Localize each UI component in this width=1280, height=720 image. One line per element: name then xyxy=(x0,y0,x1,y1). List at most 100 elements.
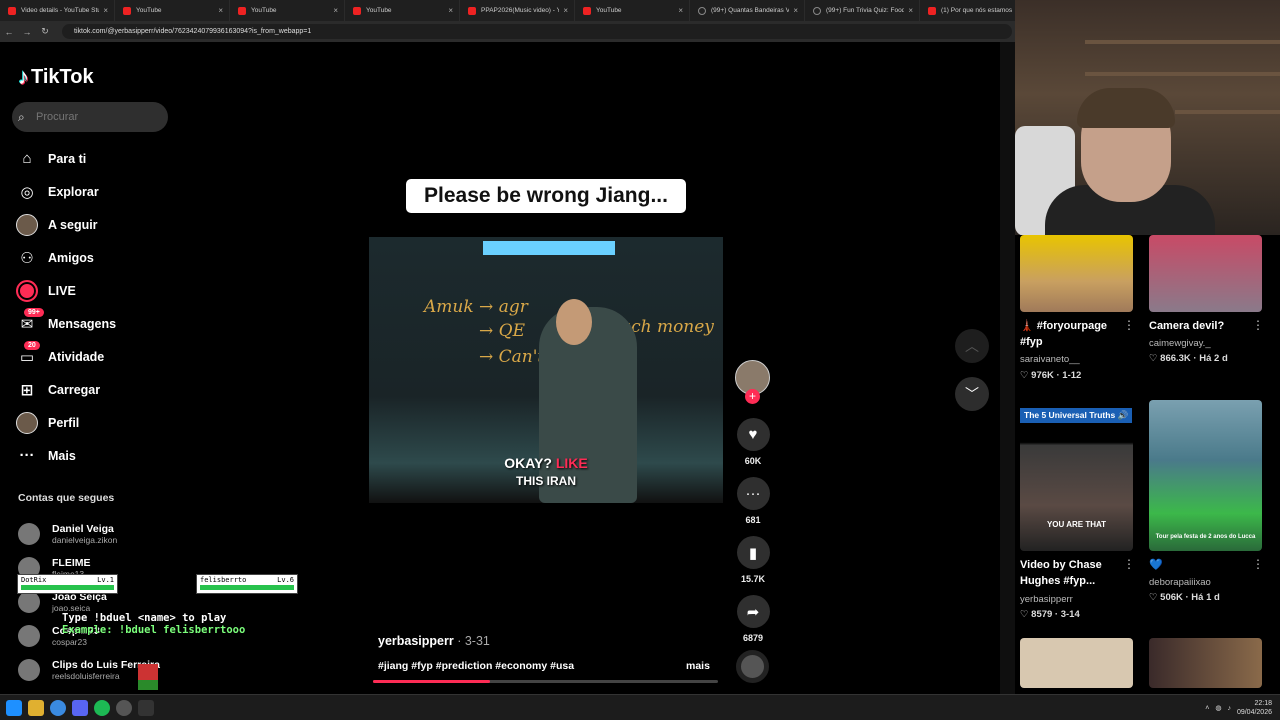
browser-tab[interactable]: PPAP2026(Music video) - YouTube× xyxy=(460,0,575,21)
card-user[interactable]: saraivaneto__ xyxy=(1020,354,1080,365)
sidebar-item-para-ti[interactable]: ⌂ Para ti xyxy=(16,142,116,175)
sidebar-item-live[interactable]: LIVE xyxy=(16,274,116,307)
discord-icon[interactable] xyxy=(72,699,88,716)
card-title[interactable]: 💙 xyxy=(1149,557,1254,573)
youtube-favicon-icon xyxy=(928,6,936,15)
save-action[interactable]: ▮ 15.7K xyxy=(736,536,770,584)
url-field[interactable]: tiktok.com/@yerbasipperr/video/762342407… xyxy=(62,24,1012,39)
browser-tab[interactable]: YouTube × xyxy=(345,0,460,21)
browser-tab[interactable]: Video details - YouTube Studio× xyxy=(0,0,115,21)
card-title[interactable]: Camera devil? xyxy=(1149,318,1254,334)
sidebar-item-a-seguir[interactable]: A seguir xyxy=(16,208,116,241)
epic-games-icon[interactable] xyxy=(138,699,154,716)
card-user[interactable]: caimewgivay._ xyxy=(1149,338,1211,349)
search-box[interactable]: ⌕ xyxy=(12,102,168,132)
browser-tab[interactable]: (99+) Fun Trivia Quiz: Food Ch× xyxy=(805,0,920,21)
close-tab-icon[interactable]: × xyxy=(793,6,798,15)
video-player[interactable]: Amuk → agr → QE much money → Can't ws OK… xyxy=(369,237,723,503)
file-explorer-icon[interactable] xyxy=(28,699,44,716)
board-text: → QE xyxy=(479,321,525,341)
browser-tab[interactable]: (99+) Quantas Bandeiras Você× xyxy=(690,0,805,21)
follow-plus-icon[interactable]: + xyxy=(745,389,760,404)
video-caption: Please be wrong Jiang... xyxy=(406,179,686,213)
browser-tab[interactable]: (1) Por que nós estamos× xyxy=(920,0,1015,21)
card-stats: ♡ 866.3K · Há 2 d xyxy=(1149,353,1228,364)
compass-icon: ◎ xyxy=(20,183,34,201)
video-author[interactable]: yerbasipperr · 3-31 xyxy=(378,634,490,648)
share-action[interactable]: ➦ 6879 xyxy=(736,595,770,643)
close-tab-icon[interactable]: × xyxy=(103,6,108,15)
following-account[interactable]: Daniel Veiga danielveiga.zikon xyxy=(18,517,160,551)
browser-tab[interactable]: YouTube × xyxy=(230,0,345,21)
card-stats: ♡ 506K · Há 1 d xyxy=(1149,592,1220,603)
obs-icon[interactable] xyxy=(116,699,132,716)
back-icon[interactable]: ← xyxy=(0,27,18,37)
close-tab-icon[interactable]: × xyxy=(908,6,913,15)
clock[interactable]: 22:18 09/04/2026 xyxy=(1237,699,1272,717)
close-tab-icon[interactable]: × xyxy=(678,6,683,15)
page-scrollbar[interactable] xyxy=(1000,42,1015,694)
card-title[interactable]: Video by Chase Hughes #fyp... xyxy=(1020,557,1125,589)
search-input[interactable] xyxy=(36,111,156,123)
sound-disc-icon[interactable] xyxy=(736,650,769,683)
tray-chevron-icon[interactable]: ˄ xyxy=(1205,705,1209,712)
close-tab-icon[interactable]: × xyxy=(563,6,568,15)
kebab-menu-icon[interactable]: ⋮ xyxy=(1123,557,1135,571)
comment-icon[interactable]: ··· xyxy=(736,477,770,510)
chrome-icon[interactable] xyxy=(50,699,66,716)
bookmark-icon[interactable]: ▮ xyxy=(736,536,770,569)
next-video-button[interactable]: ﹀ xyxy=(955,377,989,411)
sidebar-item-mensagens[interactable]: ✉ Mensagens 99+ xyxy=(16,307,116,340)
video-thumbnail[interactable] xyxy=(1020,638,1133,688)
address-bar-row: ← → ↻ tiktok.com/@yerbasipperr/video/762… xyxy=(0,21,1015,42)
network-icon[interactable]: ◍ xyxy=(1215,704,1221,712)
reload-icon[interactable]: ↻ xyxy=(36,26,54,37)
windows-start-icon[interactable] xyxy=(6,699,22,716)
search-icon: ⌕ xyxy=(18,110,25,124)
sidebar-item-explorar[interactable]: ◎ Explorar xyxy=(16,175,116,208)
video-thumbnail[interactable] xyxy=(1020,235,1133,312)
card-stats: ♡ 8579 · 3-14 xyxy=(1020,609,1080,620)
video-thumbnail[interactable] xyxy=(1149,235,1262,312)
kebab-menu-icon[interactable]: ⋮ xyxy=(1252,557,1264,571)
close-tab-icon[interactable]: × xyxy=(333,6,338,15)
card-title[interactable]: 🗼 #foryourpage #fyp xyxy=(1020,318,1125,350)
volume-icon[interactable]: ♪ xyxy=(1227,705,1231,712)
browser-tab[interactable]: YouTube × xyxy=(115,0,230,21)
sidebar-item-perfil[interactable]: Perfil xyxy=(16,406,116,439)
streamer-hair xyxy=(1077,88,1175,128)
spotify-icon[interactable] xyxy=(94,699,110,716)
card-user[interactable]: yerbasipperr xyxy=(1020,594,1073,605)
video-thumbnail[interactable] xyxy=(1149,638,1262,688)
bookshelf xyxy=(1175,110,1280,114)
avatar xyxy=(18,523,40,545)
kebab-menu-icon[interactable]: ⋮ xyxy=(1123,318,1135,332)
comment-action[interactable]: ··· 681 xyxy=(736,477,770,525)
sidebar-item-amigos[interactable]: ⚇ Amigos xyxy=(16,241,116,274)
video-thumbnail[interactable]: Tour pela festa de 2 anos do Lucca xyxy=(1149,400,1262,551)
video-progress-bar[interactable] xyxy=(373,680,718,683)
bookshelf xyxy=(1085,40,1280,44)
chevron-down-icon: ﹀ xyxy=(965,386,979,402)
player1-hp-card: DotRix Lv.1 xyxy=(17,574,118,594)
like-action[interactable]: ♥ 60K xyxy=(736,418,770,466)
avatar xyxy=(18,591,40,613)
sidebar-item-mais[interactable]: ··· Mais xyxy=(16,439,116,472)
tiktok-logo[interactable]: ♪ TikTok xyxy=(18,64,94,90)
board-text: → Can't xyxy=(479,347,545,367)
close-tab-icon[interactable]: × xyxy=(218,6,223,15)
forward-icon[interactable]: → xyxy=(18,27,36,37)
heart-icon[interactable]: ♥ xyxy=(736,418,770,451)
sidebar-item-carregar[interactable]: ⊞ Carregar xyxy=(16,373,116,406)
browser-tab[interactable]: YouTube × xyxy=(575,0,690,21)
card-user[interactable]: deborapaiiixao xyxy=(1149,577,1211,588)
kebab-menu-icon[interactable]: ⋮ xyxy=(1252,318,1264,332)
tiktok-note-icon: ♪ xyxy=(18,64,29,89)
close-tab-icon[interactable]: × xyxy=(448,6,453,15)
more-button[interactable]: mais xyxy=(686,660,710,672)
youtube-favicon-icon xyxy=(123,6,131,15)
previous-video-button[interactable]: ︿ xyxy=(955,329,989,363)
sidebar-item-atividade[interactable]: ▭ Atividade 20 xyxy=(16,340,116,373)
share-icon[interactable]: ➦ xyxy=(736,595,770,628)
video-hashtags[interactable]: #jiang #fyp #prediction #economy #usa xyxy=(378,660,574,672)
